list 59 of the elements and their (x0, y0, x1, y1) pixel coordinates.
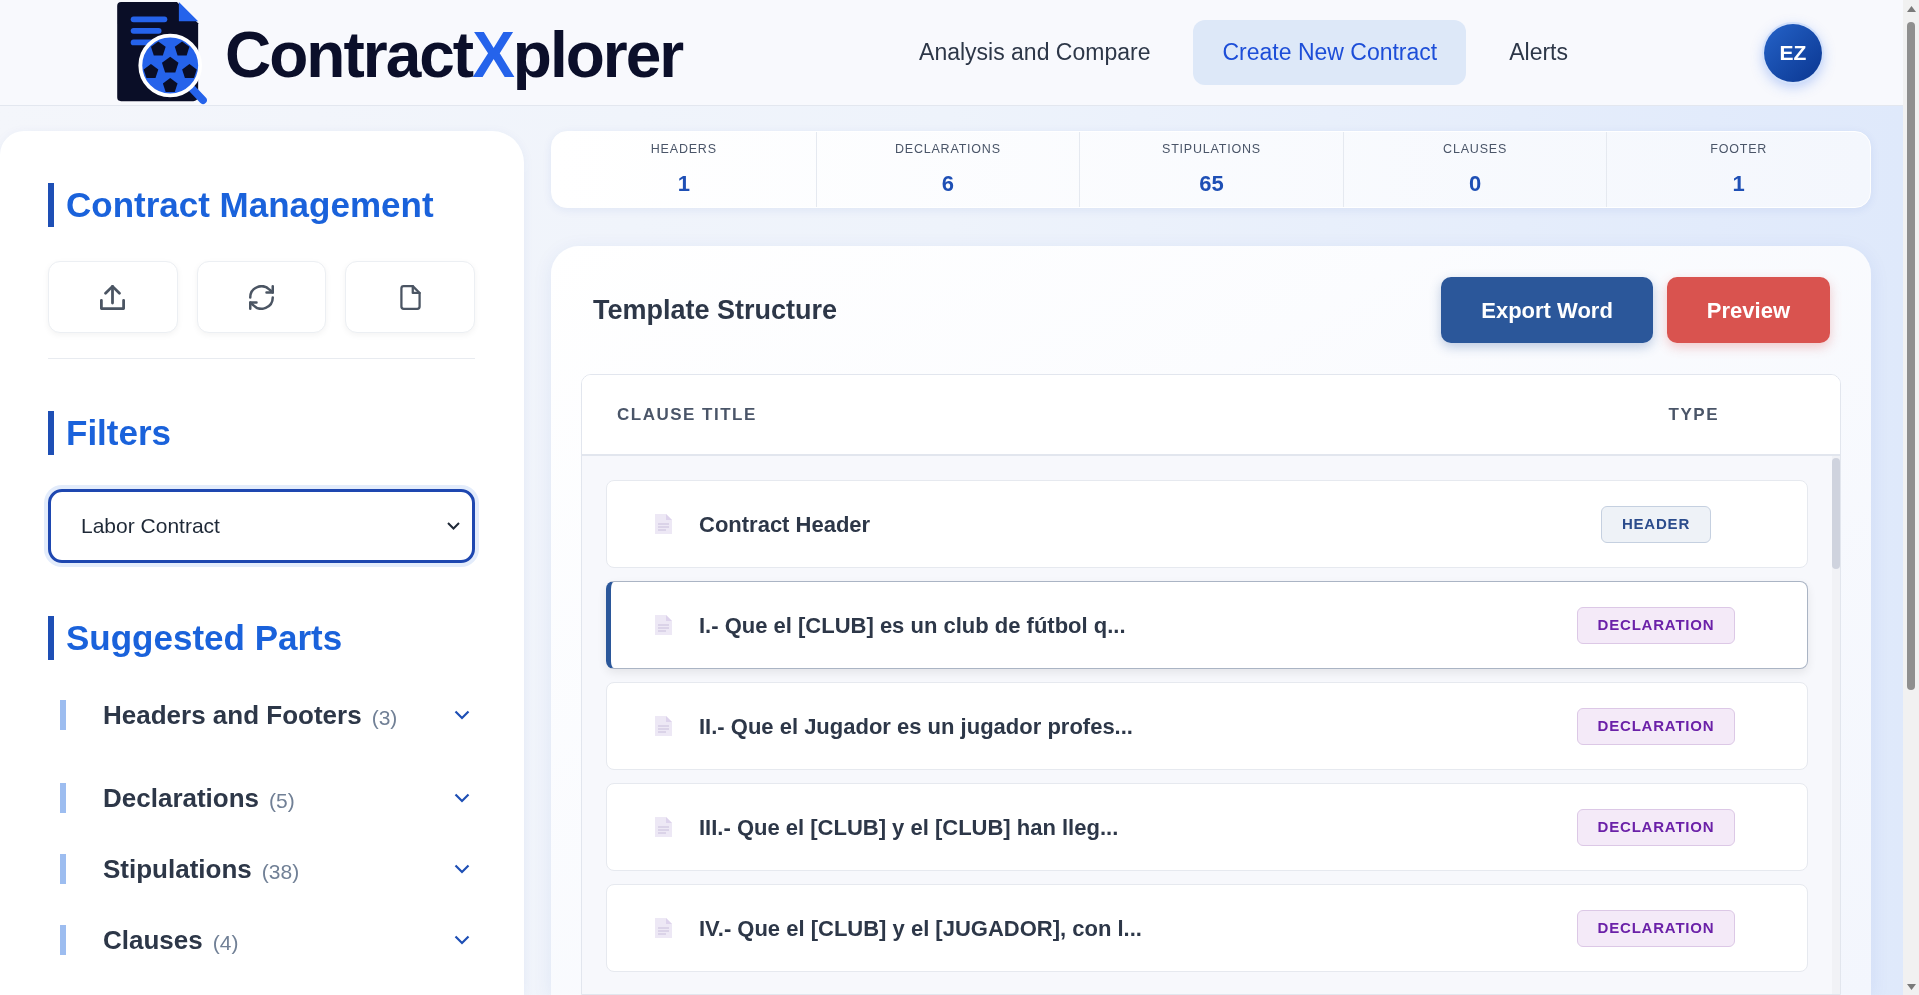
section-title: Template Structure (593, 293, 838, 327)
clause-title: II.- Que el Jugador es un jugador profes... (699, 712, 1134, 741)
document-icon (654, 816, 673, 838)
scroll-up-icon[interactable] (1906, 6, 1916, 12)
accordion-item[interactable]: Headers and Footers (3) (60, 700, 475, 730)
scroll-down-icon[interactable] (1906, 984, 1916, 990)
accordion-item[interactable]: Declarations (5) (60, 783, 475, 813)
type-badge: DECLARATION (1576, 606, 1736, 644)
export-button[interactable]: Export Word (1441, 277, 1653, 343)
section-heading: Contract Management (48, 183, 475, 227)
clause-row[interactable]: IV.- Que el [CLUB] y el [JUGADOR], con l... DECLARATION (606, 884, 1808, 972)
refresh-icon (249, 284, 274, 310)
clause-row[interactable]: I.- Que el [CLUB] es un club de fútbol q... DECLARATION (606, 581, 1808, 669)
section-heading: Suggested Parts (48, 616, 475, 660)
table-scrollbar[interactable] (1832, 456, 1840, 994)
accordion-item[interactable]: Stipulations (38) (60, 854, 475, 884)
refresh-button[interactable] (196, 261, 327, 333)
type-badge: DECLARATION (1576, 707, 1736, 745)
avatar[interactable]: EZ (1764, 23, 1822, 82)
upload-button[interactable] (48, 261, 178, 333)
document-icon (654, 715, 673, 737)
stat-value: 1 (1732, 171, 1745, 197)
document-icon (654, 513, 673, 535)
file-button[interactable] (345, 261, 475, 333)
file-icon (397, 284, 423, 310)
clause-title: IV.- Que el [CLUB] y el [JUGADOR], con l... (699, 914, 1143, 943)
type-badge: HEADER (1600, 505, 1712, 543)
clause-title: Contract Header (699, 510, 872, 539)
stat-value: 6 (941, 171, 954, 197)
section-heading: Filters (48, 411, 475, 455)
stat-label: HEADERS (650, 141, 717, 157)
stat-label: CLAUSES (1443, 141, 1508, 157)
chevron-down-icon (447, 522, 460, 530)
clause-title: III.- Que el [CLUB] y el [CLUB] han lleg... (699, 813, 1120, 842)
page-scrollbar[interactable] (1903, 0, 1919, 995)
type-badge: DECLARATION (1576, 808, 1736, 846)
type-badge: DECLARATION (1576, 909, 1736, 947)
stat-label: STIPULATIONS (1162, 141, 1261, 157)
column-header: TYPE (1668, 403, 1719, 426)
stat-label: FOOTER (1710, 141, 1768, 157)
column-header: CLAUSE TITLE (617, 403, 757, 426)
clause-row[interactable]: Contract Header HEADER (606, 480, 1808, 568)
clause-title: I.- Que el [CLUB] es un club de fútbol q... (699, 611, 1127, 640)
stat-value: 1 (677, 171, 690, 197)
scrollbar-thumb[interactable] (1832, 458, 1840, 569)
document-icon (654, 614, 673, 636)
preview-button[interactable]: Preview (1666, 277, 1830, 343)
accordion-item[interactable]: Clauses (4) (60, 925, 475, 955)
stat-value: 65 (1199, 171, 1224, 197)
clause-row[interactable]: III.- Que el [CLUB] y el [CLUB] han lleg... DECLARATION (606, 783, 1808, 871)
nav-tab[interactable]: Create New Contract (1193, 20, 1467, 85)
upload-icon (100, 284, 126, 310)
scrollbar-thumb[interactable] (1907, 22, 1915, 690)
clause-row[interactable]: II.- Que el Jugador es un jugador profes... DECLARATION (606, 682, 1808, 770)
nav-tab[interactable]: Analysis and Compare (890, 20, 1180, 85)
nav-tab[interactable]: Alerts (1480, 20, 1597, 85)
document-icon (654, 917, 673, 939)
stat-label: DECLARATIONS (894, 141, 1001, 157)
stat-value: 0 (1468, 171, 1482, 197)
